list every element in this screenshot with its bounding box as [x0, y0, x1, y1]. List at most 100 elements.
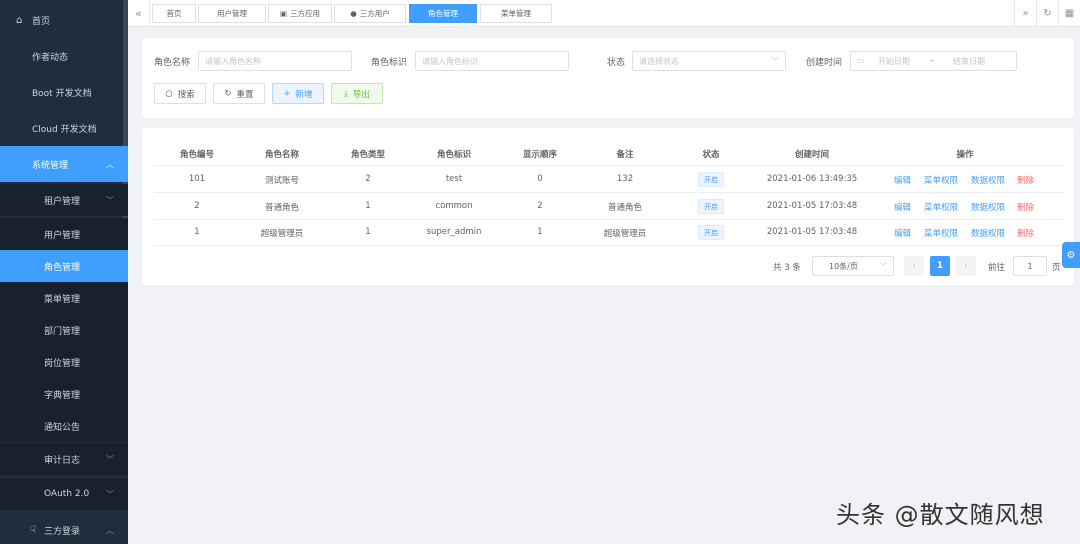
page-size-select[interactable]: 10条/页 ﹀: [812, 256, 894, 276]
refresh-icon[interactable]: ↻: [1036, 0, 1058, 27]
goto-page-input[interactable]: 1: [1013, 256, 1047, 276]
cell-remark: 普通角色: [607, 203, 642, 213]
sidebar-item-audit-log[interactable]: 审计日志 ﹀: [0, 443, 128, 475]
delete-link[interactable]: 删除: [1017, 201, 1034, 213]
sidebar-item-cloud-docs[interactable]: Cloud 开发文档: [0, 110, 128, 146]
row-divider: [154, 245, 1064, 246]
tabs-bar: « 首页 用户管理 ▣ 三方应用 ● 三方用户 角色管理 菜单管理 » ↻ ▦: [128, 0, 1080, 27]
sidebar-item-oauth[interactable]: OAuth 2.0 ﹀: [0, 478, 128, 510]
data-permission-link[interactable]: 数据权限: [971, 201, 1005, 213]
cell-id: 101: [188, 174, 206, 184]
sidebar-item-label: 三方登录: [44, 526, 81, 537]
sidebar-item-users[interactable]: 用户管理: [0, 218, 128, 250]
pagination-total: 共 3 条: [773, 263, 801, 273]
sidebar-item-third-login[interactable]: ☟ 三方登录 ︿: [0, 512, 128, 544]
cell-type: 1: [365, 201, 371, 211]
cell-id: 2: [194, 201, 200, 211]
search-button[interactable]: ○ 搜索: [154, 83, 206, 104]
chevron-down-icon: ﹀: [106, 489, 114, 499]
sidebar: ⌂ 首页 作者动态 Boot 开发文档 Cloud 开发文档 系统管理 ︿ 租户…: [0, 0, 128, 544]
sidebar-item-home[interactable]: ⌂ 首页: [0, 2, 128, 38]
col-header-status: 状态: [702, 150, 720, 160]
status-select[interactable]: 请选择状态 ﹀: [632, 51, 786, 71]
cell-sort: 0: [537, 174, 543, 184]
tab-third-apps[interactable]: ▣ 三方应用: [268, 4, 332, 23]
menu-permission-link[interactable]: 菜单权限: [924, 174, 958, 186]
settings-gear-icon[interactable]: ⚙: [1062, 242, 1080, 268]
sidebar-item-label: 审计日志: [44, 455, 81, 466]
sidebar-item-label: 字典管理: [44, 390, 81, 401]
created-date-range[interactable]: ▭ 开始日期 - 结束日期: [850, 51, 1017, 71]
delete-link[interactable]: 删除: [1017, 227, 1034, 239]
sidebar-item-system[interactable]: 系统管理 ︿: [0, 146, 128, 182]
cell-created: 2021-01-06 13:49:35: [766, 174, 858, 184]
edit-link[interactable]: 编辑: [894, 227, 911, 239]
tabs-scroll-right-icon[interactable]: »: [1014, 0, 1036, 27]
row-divider: [154, 219, 1064, 220]
delete-link[interactable]: 删除: [1017, 174, 1034, 186]
cell-id: 1: [194, 227, 200, 237]
sidebar-item-label: 作者动态: [32, 52, 69, 63]
range-separator: -: [931, 56, 934, 65]
cell-name: 测试账号: [264, 176, 299, 186]
role-name-input[interactable]: 请输入角色名称: [198, 51, 352, 71]
menu-permission-link[interactable]: 菜单权限: [924, 227, 958, 239]
tab-home[interactable]: 首页: [152, 4, 196, 23]
sidebar-item-label: 部门管理: [44, 326, 81, 337]
chevron-up-icon: ︿: [106, 159, 114, 169]
cell-created: 2021-01-05 17:03:48: [766, 227, 858, 237]
add-button[interactable]: + 新增: [272, 83, 324, 104]
cell-remark: 132: [616, 174, 634, 184]
cell-type: 2: [365, 174, 371, 184]
sidebar-item-tenant[interactable]: 租户管理 ﹀: [0, 184, 128, 216]
cell-name: 超级管理员: [260, 229, 304, 239]
col-header-sort: 显示顺序: [522, 150, 557, 160]
sidebar-item-notices[interactable]: 通知公告: [0, 410, 128, 442]
col-header-name: 角色名称: [264, 150, 299, 160]
tab-menus[interactable]: 菜单管理: [480, 4, 552, 23]
page-number-button[interactable]: 1: [930, 256, 950, 276]
role-key-label: 角色标识: [371, 58, 408, 68]
sidebar-item-dict[interactable]: 字典管理: [0, 378, 128, 410]
sidebar-item-roles[interactable]: 角色管理: [0, 250, 128, 282]
sidebar-item-posts[interactable]: 岗位管理: [0, 346, 128, 378]
sidebar-item-menus[interactable]: 菜单管理: [0, 282, 128, 314]
tab-third-users[interactable]: ● 三方用户: [334, 4, 406, 23]
sidebar-item-boot-docs[interactable]: Boot 开发文档: [0, 74, 128, 110]
grid-icon[interactable]: ▦: [1058, 0, 1080, 27]
sidebar-item-label: 菜单管理: [44, 294, 81, 305]
prev-page-button[interactable]: ‹: [904, 256, 924, 276]
goto-label: 前往: [988, 263, 1006, 273]
edit-link[interactable]: 编辑: [894, 174, 911, 186]
sidebar-item-departments[interactable]: 部门管理: [0, 314, 128, 346]
download-icon: ⤓: [344, 88, 348, 99]
created-time-label: 创建时间: [806, 58, 843, 68]
menu-permission-link[interactable]: 菜单权限: [924, 201, 958, 213]
col-header-actions: 操作: [956, 150, 974, 160]
refresh-icon: ↻: [224, 88, 232, 99]
end-date-field[interactable]: 结束日期: [953, 56, 985, 67]
tab-roles[interactable]: 角色管理: [409, 4, 477, 23]
next-page-button[interactable]: ›: [956, 256, 976, 276]
cell-key: test: [445, 174, 463, 184]
chevron-down-icon: ﹀: [879, 261, 887, 271]
search-form: 角色名称 请输入角色名称 角色标识 请输入角色标识 状态 请选择状态 ﹀ 创建时间…: [142, 38, 1074, 118]
cell-remark: 超级管理员: [603, 229, 647, 239]
sidebar-item-author-news[interactable]: 作者动态: [0, 38, 128, 74]
chevron-down-icon: ﹀: [106, 454, 114, 464]
start-date-field[interactable]: 开始日期: [878, 56, 910, 67]
app-icon: ▣: [279, 9, 288, 18]
sidebar-item-label: 角色管理: [44, 262, 81, 273]
sidebar-item-label: 系统管理: [32, 160, 69, 171]
edit-link[interactable]: 编辑: [894, 201, 911, 213]
data-permission-link[interactable]: 数据权限: [971, 174, 1005, 186]
status-badge: 开启: [698, 199, 724, 214]
role-key-input[interactable]: 请输入角色标识: [415, 51, 569, 71]
tab-users[interactable]: 用户管理: [198, 4, 266, 23]
reset-button[interactable]: ↻ 重置: [213, 83, 265, 104]
tabs-scroll-left-icon[interactable]: «: [128, 0, 150, 27]
data-permission-link[interactable]: 数据权限: [971, 227, 1005, 239]
export-button[interactable]: ⤓ 导出: [331, 83, 383, 104]
cell-created: 2021-01-05 17:03:48: [766, 201, 858, 211]
sidebar-item-label: 租户管理: [44, 196, 81, 207]
